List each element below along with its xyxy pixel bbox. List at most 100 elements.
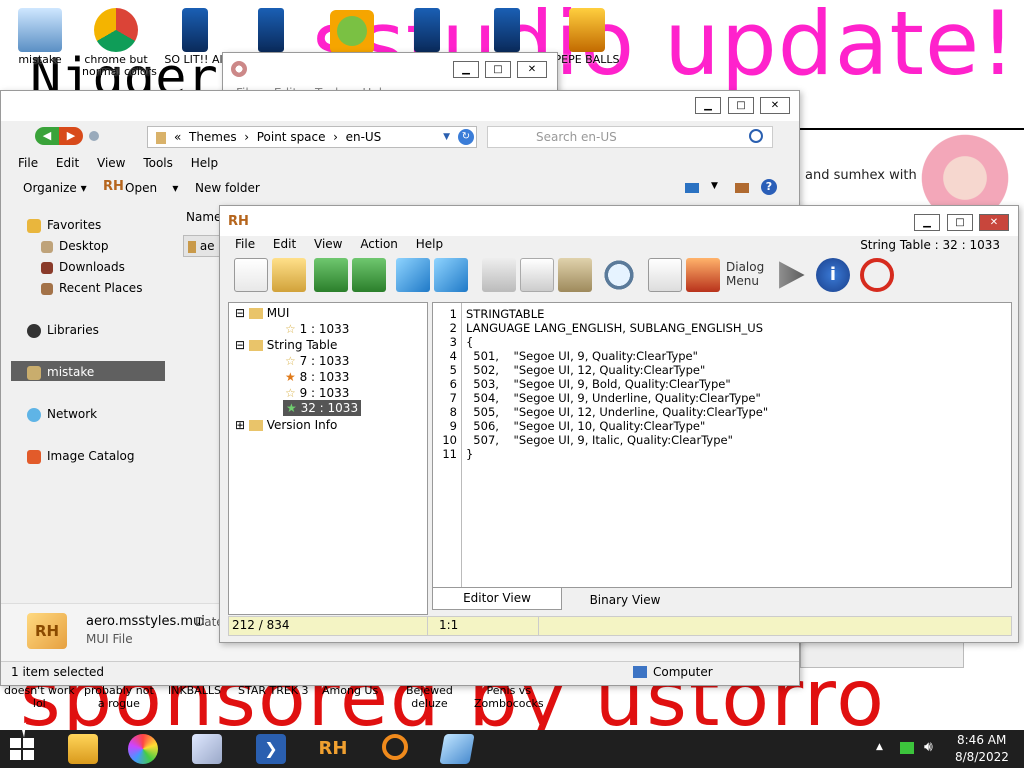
menu-help[interactable]: Help <box>184 153 225 173</box>
save-icon[interactable] <box>314 258 348 292</box>
add-image-icon[interactable] <box>686 258 720 292</box>
copy-icon[interactable] <box>520 258 554 292</box>
close-button[interactable]: ✕ <box>517 61 547 78</box>
export-arrow-icon[interactable] <box>434 258 468 292</box>
nav-desktop[interactable]: Desktop <box>41 237 109 255</box>
preview-pane-icon[interactable] <box>735 183 749 193</box>
show-hidden-icons[interactable]: ▲ <box>876 742 883 752</box>
save-as-icon[interactable] <box>352 258 386 292</box>
back-button[interactable]: ◀ <box>35 127 59 145</box>
dialog-menu-button[interactable]: Dialog Menu <box>726 260 764 288</box>
open-button[interactable]: Open ▾ <box>125 181 178 195</box>
close-button[interactable]: ✕ <box>760 97 790 114</box>
breadcrumb-themes[interactable]: Themes <box>189 130 237 144</box>
search-icon[interactable] <box>749 129 763 143</box>
tree-node-string-table[interactable]: ⊟ String Table <box>235 337 337 353</box>
tree-node-7-1033[interactable]: ☆ 7 : 1033 <box>285 353 349 369</box>
address-dropdown-icon[interactable]: ▼ <box>443 127 450 147</box>
desktop-icon-pepe-balls[interactable]: PEPE BALLS <box>552 8 622 66</box>
phone-icon[interactable] <box>494 8 520 52</box>
nav-recent-places[interactable]: Recent Places <box>41 279 142 297</box>
maximize-button[interactable]: □ <box>485 61 511 78</box>
desktop-icon-mistake[interactable]: mistake <box>6 8 74 66</box>
resource-hacker-window[interactable]: RH ▁ □ ✕ File Edit View Action Help Stri… <box>219 205 1019 643</box>
organize-button[interactable]: Organize ▾ <box>23 181 87 195</box>
help-icon[interactable]: ? <box>761 179 777 195</box>
nav-image-catalog[interactable]: Image Catalog <box>27 447 134 465</box>
desktop-icon-chrome[interactable]: chrome but normal colors <box>82 8 157 78</box>
phone-icon[interactable] <box>414 8 440 52</box>
breadcrumb-en-us[interactable]: en-US <box>346 130 382 144</box>
desktop-icon-so-lit[interactable]: SO LIT!! All <box>160 8 230 66</box>
maximize-button[interactable]: □ <box>728 97 754 114</box>
tree-node-8-1033[interactable]: ★ 8 : 1033 <box>285 369 349 385</box>
desktop-icon-label[interactable]: probably not a rogue <box>84 684 154 710</box>
search-input[interactable]: Search en-US <box>487 126 773 148</box>
minimize-button[interactable]: ▁ <box>695 97 721 114</box>
forward-button[interactable]: ▶ <box>59 127 83 145</box>
snipping-tool-icon[interactable] <box>192 734 222 764</box>
view-dropdown-icon[interactable]: ▼ <box>711 181 718 191</box>
resource-tree[interactable]: ⊟ MUI ☆ 1 : 1033 ⊟ String Table ☆ 7 : 10… <box>228 302 428 615</box>
exit-power-icon[interactable] <box>860 258 894 292</box>
add-resource-icon[interactable] <box>648 258 682 292</box>
column-header-name[interactable]: Name <box>186 210 221 224</box>
menu-action[interactable]: Action <box>353 234 405 254</box>
info-icon[interactable]: i <box>816 258 850 292</box>
breadcrumb-point-space[interactable]: Point space <box>257 130 326 144</box>
file-explorer-icon[interactable] <box>68 734 98 764</box>
menu-help[interactable]: Help <box>409 234 450 254</box>
refresh-icon[interactable]: ↻ <box>458 129 474 145</box>
nav-mistake[interactable]: mistake <box>27 363 94 381</box>
open-file-icon[interactable] <box>272 258 306 292</box>
tree-node-mui[interactable]: ⊟ MUI <box>235 305 289 321</box>
nav-favorites[interactable]: Favorites <box>27 216 101 234</box>
menu-file[interactable]: File <box>228 234 262 254</box>
minimize-button[interactable]: ▁ <box>453 61 479 78</box>
paste-icon[interactable] <box>558 258 592 292</box>
cut-icon[interactable] <box>482 258 516 292</box>
tab-editor-view[interactable]: Editor View <box>432 588 562 610</box>
clock-time[interactable]: 8:46 AM <box>957 733 1006 747</box>
desktop-icon-label[interactable]: doesn't work lol <box>4 684 75 710</box>
recent-pages-dropdown[interactable] <box>89 131 99 141</box>
menu-view[interactable]: View <box>307 234 349 254</box>
menu-edit[interactable]: Edit <box>49 153 86 173</box>
powershell-icon[interactable]: ❯ <box>256 734 286 764</box>
nav-network[interactable]: Network <box>27 405 97 423</box>
notepad-icon[interactable] <box>439 734 475 764</box>
nav-downloads[interactable]: Downloads <box>41 258 125 276</box>
find-icon[interactable] <box>602 258 636 292</box>
volume-icon[interactable]: 🔊︎ <box>924 739 933 755</box>
menu-view[interactable]: View <box>90 153 132 173</box>
file-item[interactable]: ae <box>183 235 223 257</box>
tree-node-version-info[interactable]: ⊞ Version Info <box>235 417 337 433</box>
import-arrow-icon[interactable] <box>396 258 430 292</box>
desktop-icon-label[interactable]: Penis vs Zombococks <box>474 684 544 710</box>
new-folder-button[interactable]: New folder <box>195 181 260 195</box>
menu-file[interactable]: File <box>11 153 45 173</box>
close-button[interactable]: ✕ <box>979 214 1009 231</box>
start-button[interactable] <box>10 738 36 760</box>
desktop-icon-label[interactable]: Bejewed deluze <box>406 684 453 710</box>
clock-date[interactable]: 8/8/2022 <box>955 750 1009 764</box>
battery-icon[interactable] <box>900 742 914 754</box>
menu-edit[interactable]: Edit <box>266 234 303 254</box>
paint-icon[interactable] <box>128 734 158 764</box>
new-file-icon[interactable] <box>234 258 268 292</box>
view-icon[interactable] <box>685 183 699 193</box>
run-script-icon[interactable] <box>779 261 805 289</box>
tab-binary-view[interactable]: Binary View <box>570 590 680 610</box>
tree-node-1-1033[interactable]: ☆ 1 : 1033 <box>285 321 349 337</box>
minimize-button[interactable]: ▁ <box>914 214 940 231</box>
address-bar[interactable]: « Themes › Point space › en-US ▼ ↻ <box>147 126 477 148</box>
angry-birds-pig-icon[interactable] <box>330 10 374 54</box>
script-editor[interactable]: 1 2 3 4 5 6 7 8 9 10 11 STRINGTABLE LANG… <box>432 302 1012 588</box>
resource-hacker-icon[interactable]: RH <box>318 734 348 764</box>
menu-tools[interactable]: Tools <box>136 153 180 173</box>
title-bar[interactable]: RH ▁ □ ✕ <box>220 206 1018 236</box>
tree-node-9-1033[interactable]: ☆ 9 : 1033 <box>285 385 349 401</box>
search-icon[interactable] <box>382 734 408 760</box>
phone-icon[interactable] <box>258 8 284 52</box>
title-bar[interactable]: ▁ □ ✕ <box>1 91 799 121</box>
